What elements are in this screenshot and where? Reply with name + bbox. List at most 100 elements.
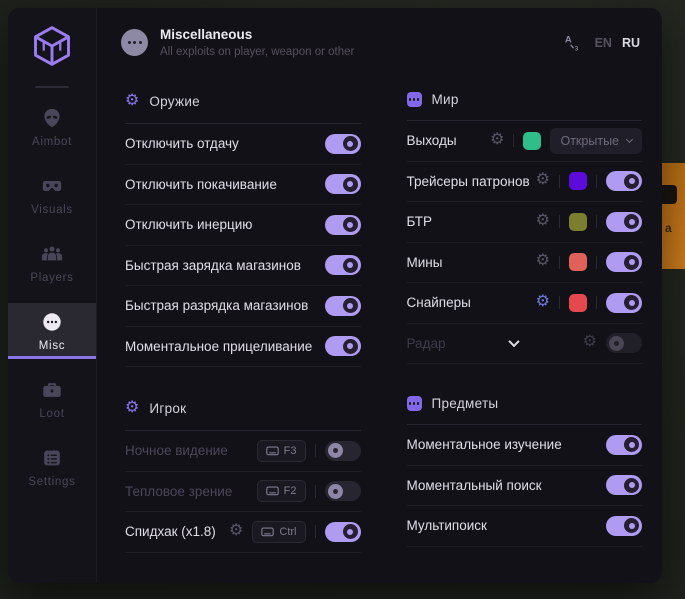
section-header: Предметы (407, 386, 643, 425)
sidebar-item-visuals[interactable]: Visuals (8, 167, 96, 223)
row-controls (325, 296, 361, 316)
lang-option-en[interactable]: EN (595, 36, 612, 50)
setting-label: Быстрая разрядка магазинов (125, 298, 308, 313)
gear-icon[interactable]: ⚙ (536, 253, 550, 269)
setting-label: Тепловое зрение (125, 484, 232, 499)
setting-label: Выходы (407, 133, 457, 148)
section-header: ⚙ Игрок (125, 389, 361, 431)
toggle-switch[interactable] (606, 171, 642, 191)
row-controls (325, 255, 361, 275)
gear-icon[interactable]: ⚙ (490, 132, 504, 148)
hotkey-badge[interactable]: F2 (257, 480, 306, 502)
row-controls (606, 516, 642, 536)
gear-icon[interactable]: ⚙ (229, 523, 243, 539)
toggle-knob (609, 336, 624, 351)
left-column: ⚙ Оружие Отключить отдачуОтключить покач… (125, 82, 361, 553)
control-separator (315, 525, 316, 538)
page-title: Miscellaneous (160, 27, 354, 42)
hotkey-badge[interactable]: F3 (257, 440, 306, 462)
svg-text:А: А (564, 35, 571, 46)
chevron-down-icon[interactable] (508, 336, 519, 347)
toggle-switch[interactable] (325, 522, 361, 542)
toggle-switch[interactable] (325, 441, 361, 461)
color-swatch[interactable] (569, 172, 587, 190)
toggle-switch[interactable] (606, 435, 642, 455)
sidebar-item-aimbot[interactable]: Aimbot (8, 99, 96, 155)
color-swatch[interactable] (569, 294, 587, 312)
background-letter: a (665, 221, 672, 235)
hotkey-label: F3 (284, 445, 297, 457)
hotkey-badge[interactable]: Ctrl (252, 521, 305, 543)
row-controls: ⚙ (536, 252, 642, 272)
toggle-knob (343, 258, 358, 273)
active-tab-indicator (8, 356, 96, 359)
section-dots-icon (407, 92, 422, 107)
sidebar-item-players[interactable]: Players (8, 235, 96, 291)
section-world: Мир Выходы⚙ОткрытыеТрейсеры патронов⚙БТР… (407, 82, 643, 364)
toggle-knob (343, 136, 358, 151)
color-swatch[interactable] (569, 213, 587, 231)
setting-label: Мины (407, 255, 443, 270)
settings-content: ⚙ Оружие Отключить отдачуОтключить покач… (97, 58, 662, 583)
toggle-switch[interactable] (325, 336, 361, 356)
ellipsis-circle-icon (41, 311, 63, 333)
setting-row: Быстрая зарядка магазинов (125, 246, 361, 287)
toggle-switch[interactable] (606, 293, 642, 313)
section-title: Мир (432, 92, 459, 107)
toggle-switch[interactable] (606, 252, 642, 272)
sidebar: Aimbot Visuals Players Misc Loot Settings (8, 8, 97, 583)
page-titles: Miscellaneous All exploits on player, we… (160, 27, 354, 58)
language-switcher: А з EN RU (564, 33, 640, 52)
sidebar-item-label: Players (30, 272, 73, 284)
row-controls: ⚙ (536, 171, 642, 191)
row-controls (325, 134, 361, 154)
app-window: Aimbot Visuals Players Misc Loot Settings Mis… (8, 8, 662, 583)
toggle-switch[interactable] (606, 516, 642, 536)
toggle-switch[interactable] (606, 212, 642, 232)
setting-row: Отключить инерцию (125, 205, 361, 246)
chevron-down-icon (626, 136, 633, 143)
main-panel: Miscellaneous All exploits on player, we… (97, 8, 662, 583)
lang-option-ru[interactable]: RU (622, 36, 640, 50)
toggle-knob (343, 298, 358, 313)
dropdown-select[interactable]: Открытые (550, 128, 642, 154)
toggle-switch[interactable] (606, 333, 642, 353)
toggle-knob (624, 478, 639, 493)
row-controls: ⚙ Ctrl (229, 521, 360, 543)
sidebar-item-settings[interactable]: Settings (8, 439, 96, 495)
toggle-switch[interactable] (325, 134, 361, 154)
toggle-switch[interactable] (325, 481, 361, 501)
control-separator (559, 215, 560, 228)
control-separator (596, 175, 597, 188)
setting-label: Моментальное изучение (407, 437, 562, 452)
toggle-knob (624, 518, 639, 533)
color-swatch[interactable] (569, 253, 587, 271)
row-controls (606, 475, 642, 495)
gear-icon[interactable]: ⚙ (536, 213, 550, 229)
toggle-switch[interactable] (325, 174, 361, 194)
setting-row: Отключить отдачу (125, 124, 361, 165)
sidebar-item-misc[interactable]: Misc (8, 303, 96, 359)
gear-icon[interactable]: ⚙ (583, 334, 597, 350)
setting-label: Быстрая зарядка магазинов (125, 258, 301, 273)
gear-icon[interactable]: ⚙ (536, 294, 550, 310)
page-header-left: Miscellaneous All exploits on player, we… (121, 27, 564, 58)
toggle-switch[interactable] (325, 296, 361, 316)
toggle-switch[interactable] (325, 255, 361, 275)
gear-icon[interactable]: ⚙ (536, 172, 550, 188)
toggle-switch[interactable] (325, 215, 361, 235)
control-separator (315, 444, 316, 457)
right-column: Мир Выходы⚙ОткрытыеТрейсеры патронов⚙БТР… (407, 82, 643, 553)
color-swatch[interactable] (523, 132, 541, 150)
translate-icon[interactable]: А з (564, 33, 583, 52)
setting-row: Выходы ⚙ Открытые (407, 121, 643, 162)
keyboard-icon (266, 446, 279, 456)
control-separator (596, 296, 597, 309)
sidebar-item-loot[interactable]: Loot (8, 371, 96, 427)
row-controls: ⚙ (536, 293, 642, 313)
toggle-switch[interactable] (606, 475, 642, 495)
control-separator (559, 175, 560, 188)
setting-row: Моментальное изучение (407, 425, 643, 466)
row-controls: F2 (257, 480, 361, 502)
background-dark-mark (662, 185, 677, 204)
